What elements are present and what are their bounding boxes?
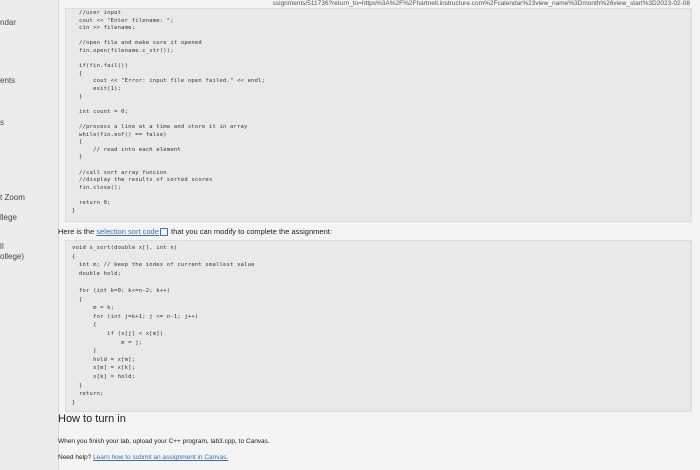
sidebar: ndar ents s t Zoom llege lI ollege): [0, 0, 59, 470]
intro-text: Here is the selection sort code that you…: [58, 227, 332, 237]
intro-after: that you can modify to complete the assi…: [168, 227, 332, 236]
code-line: {: [72, 322, 97, 329]
code-line: //display the results of sorted scores: [72, 177, 213, 184]
code-line: fin.close();: [72, 184, 122, 191]
turn-in-line: When you finish your lab, upload your C+…: [58, 438, 270, 445]
code-line: //open file and make sure it opened: [72, 40, 202, 47]
code-line: m = j;: [72, 339, 143, 346]
code-line: int m; // keep the index of current smal…: [72, 262, 255, 269]
selection-sort-link[interactable]: selection sort code: [96, 227, 159, 236]
code-line: m = k;: [72, 305, 115, 312]
help-label: Need help?: [58, 454, 94, 461]
code-line: cin >> filename;: [72, 25, 136, 32]
turn-in-heading: How to turn in: [58, 413, 126, 425]
code-line: if(fin.fail()): [72, 63, 129, 70]
intro-before: Here is the: [58, 227, 97, 236]
code-line: }: [72, 93, 83, 100]
code-line: }: [72, 382, 83, 389]
assignment-content: //user input cout << "Enter filename: ";…: [58, 8, 700, 470]
help-line: Need help? Learn how to submit an assign…: [58, 454, 228, 461]
code-line: x[m] = x[k];: [72, 365, 136, 372]
submit-help-link[interactable]: Learn how to submit an assignment in Can…: [93, 454, 228, 461]
code-line: {: [72, 139, 83, 146]
code-line: x[k] = hold;: [72, 374, 136, 380]
code-line: for (int j=k+1; j <= n-1; j++): [72, 313, 199, 320]
code-line: {: [72, 70, 83, 77]
code-line: cout << "Enter filename: ";: [72, 17, 174, 24]
external-link-icon[interactable]: [159, 228, 168, 237]
code-line: exit(1);: [72, 86, 122, 92]
code-line: void s_sort(double x[], int n): [72, 245, 178, 251]
sidebar-item-ll[interactable]: lI: [0, 242, 4, 251]
code-line: }: [72, 399, 76, 406]
code-line: }: [72, 348, 97, 355]
code-line: cout << "Error: input file open failed."…: [72, 78, 266, 85]
code-block-sort: void s_sort(double x[], int n) { int m; /…: [65, 240, 692, 412]
code-line: double hold;: [72, 270, 122, 277]
code-line: if (x[j] < x[m]): [72, 331, 164, 337]
code-line: {: [72, 253, 76, 260]
code-line: //process a line at a time and store it …: [72, 124, 248, 130]
code-line: return;: [72, 391, 104, 398]
code-line: return 0;: [72, 200, 111, 206]
sidebar-item-college[interactable]: llege: [0, 213, 17, 222]
url-bar[interactable]: ssignments/511736?return_to=https%3A%2F%…: [58, 0, 700, 8]
sidebar-item-college-2[interactable]: ollege): [0, 252, 24, 261]
code-line: //user input: [72, 10, 122, 16]
sidebar-item-zoom[interactable]: t Zoom: [0, 193, 25, 202]
code-line: while(fin.eof() == false): [72, 131, 167, 138]
code-line: int count = 0;: [72, 108, 129, 115]
sidebar-item-s[interactable]: s: [0, 118, 4, 127]
code-line: for (int k=0; k<=n-2; k++): [72, 288, 171, 294]
code-line: }: [72, 154, 83, 161]
code-line: }: [72, 207, 76, 214]
sidebar-item-assignments[interactable]: ents: [0, 76, 15, 85]
code-block-main: //user input cout << "Enter filename: ";…: [65, 8, 692, 222]
code-line: {: [72, 296, 83, 303]
code-line: fin.open(filename.c_str());: [72, 48, 174, 54]
code-line: hold = x[m];: [72, 356, 136, 363]
code-line: // read into each element: [72, 146, 181, 153]
sidebar-item-calendar[interactable]: ndar: [0, 18, 16, 27]
code-line: //call sort array funcion: [72, 169, 167, 176]
